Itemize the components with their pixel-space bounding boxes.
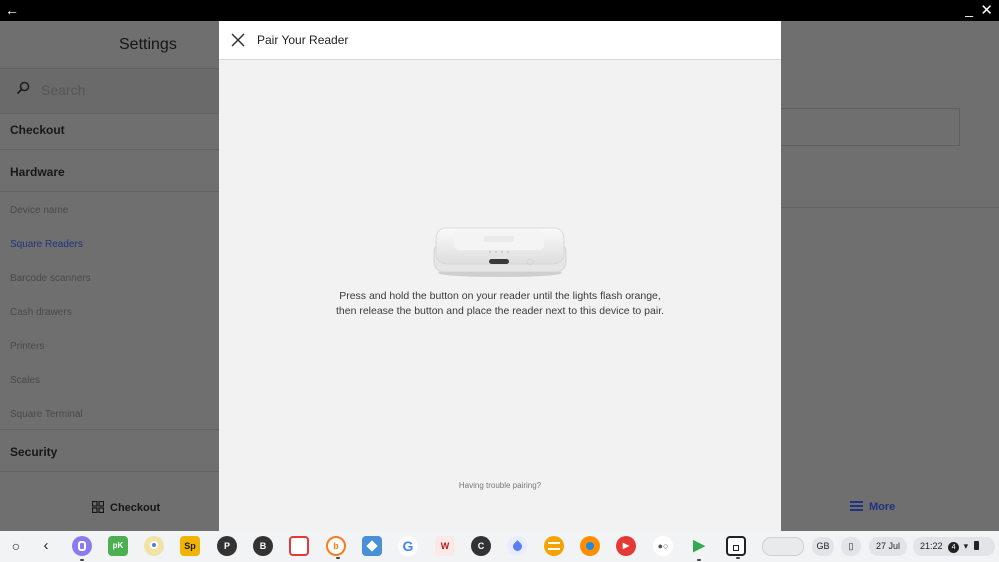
search-placeholder: Search	[41, 82, 86, 98]
back-nav-icon[interactable]: ‹	[36, 536, 56, 556]
settings-search[interactable]: Search	[0, 68, 219, 114]
grid-icon	[92, 501, 104, 513]
app-icon-drop[interactable]	[507, 536, 527, 556]
app-icon-b[interactable]: B	[253, 536, 273, 556]
app-icon-b-orange[interactable]: b	[326, 536, 346, 559]
divider	[0, 429, 219, 430]
sidebar-item-printers[interactable]: Printers	[10, 341, 44, 352]
phone-hub-icon[interactable]: ▯	[841, 537, 861, 556]
app-icon-sp[interactable]: Sp	[180, 536, 200, 556]
divider	[780, 207, 999, 208]
app-icon-red-square[interactable]	[289, 536, 309, 556]
close-window-button[interactable]: ✕	[980, 1, 993, 19]
square-reader-illustration	[433, 227, 567, 277]
section-checkout[interactable]: Checkout	[10, 123, 65, 137]
keyboard-layout[interactable]: GB	[812, 537, 834, 556]
holding-space-thumbnail[interactable]	[762, 537, 804, 556]
minimize-button[interactable]: _	[965, 1, 973, 17]
divider	[0, 149, 219, 150]
taskbar: ○ ‹ pK Sp P B b G W C ▶ ●○ ▶ GB ▯ 27 Jul…	[0, 531, 999, 562]
launcher-icon[interactable]: ○	[6, 536, 26, 556]
window-titlebar: ← _ ✕	[0, 0, 999, 21]
sidebar-item-device-name[interactable]: Device name	[10, 205, 68, 216]
sidebar-item-scales[interactable]: Scales	[10, 375, 40, 386]
section-security[interactable]: Security	[10, 445, 57, 459]
play-store-icon[interactable]: ▶	[689, 536, 709, 561]
menu-icon	[850, 501, 863, 511]
app-icon-pk[interactable]: pK	[108, 536, 128, 556]
wifi-icon: ▾	[963, 541, 969, 551]
pair-reader-modal: Pair Your Reader Press and hold the butt…	[219, 21, 781, 531]
google-icon[interactable]: G	[398, 536, 418, 556]
app-icon-chrome-canary[interactable]	[144, 536, 164, 556]
sidebar-item-square-terminal[interactable]: Square Terminal	[10, 409, 83, 420]
running-indicator	[336, 557, 340, 559]
search-icon	[16, 81, 30, 95]
square-pos-icon[interactable]	[726, 536, 746, 559]
notification-count-badge: 4	[948, 542, 960, 553]
instruction-line-2: then release the button and place the re…	[335, 305, 665, 317]
divider	[0, 471, 219, 472]
clock: 21:22	[920, 541, 943, 551]
section-hardware[interactable]: Hardware	[10, 165, 65, 179]
close-icon[interactable]	[231, 33, 245, 47]
app-icon-w[interactable]: W	[435, 536, 455, 556]
app-icon-c[interactable]: C	[471, 536, 491, 556]
running-indicator	[736, 557, 740, 559]
app-icon-photo[interactable]	[362, 536, 382, 556]
app-icon-orange-circle[interactable]	[580, 536, 600, 556]
pairing-instructions: Press and hold the button on your reader…	[279, 289, 721, 319]
settings-title: Settings	[119, 36, 177, 53]
modal-title: Pair Your Reader	[257, 33, 349, 47]
app-icon-p[interactable]: P	[217, 536, 237, 556]
modal-header: Pair Your Reader	[219, 21, 781, 60]
sidebar-item-barcode-scanners[interactable]: Barcode scanners	[10, 273, 91, 284]
nav-more-label: More	[869, 501, 896, 513]
content-field	[780, 108, 960, 146]
running-indicator	[697, 559, 701, 561]
battery-icon	[973, 541, 979, 550]
system-status-area[interactable]: 21:22 4 ▾	[913, 537, 995, 556]
youtube-music-icon[interactable]: ▶	[616, 536, 636, 556]
running-indicator	[80, 559, 84, 561]
app-icon-1[interactable]	[72, 536, 92, 561]
trouble-pairing-link[interactable]: Having trouble pairing?	[219, 481, 781, 490]
instruction-line-1: Press and hold the button on your reader…	[339, 290, 661, 302]
nav-checkout-tab[interactable]: Checkout	[92, 501, 160, 514]
sidebar-item-cash-drawers[interactable]: Cash drawers	[10, 307, 72, 318]
nav-more-tab[interactable]: More	[850, 501, 895, 513]
date-display[interactable]: 27 Jul	[869, 537, 907, 556]
divider	[0, 191, 219, 192]
app-icon-dots[interactable]: ●○	[653, 536, 673, 556]
app-icon-stack[interactable]	[544, 536, 564, 556]
sidebar-item-square-readers[interactable]: Square Readers	[10, 239, 83, 250]
back-arrow-icon[interactable]: ←	[5, 2, 19, 18]
nav-checkout-label: Checkout	[110, 502, 161, 514]
